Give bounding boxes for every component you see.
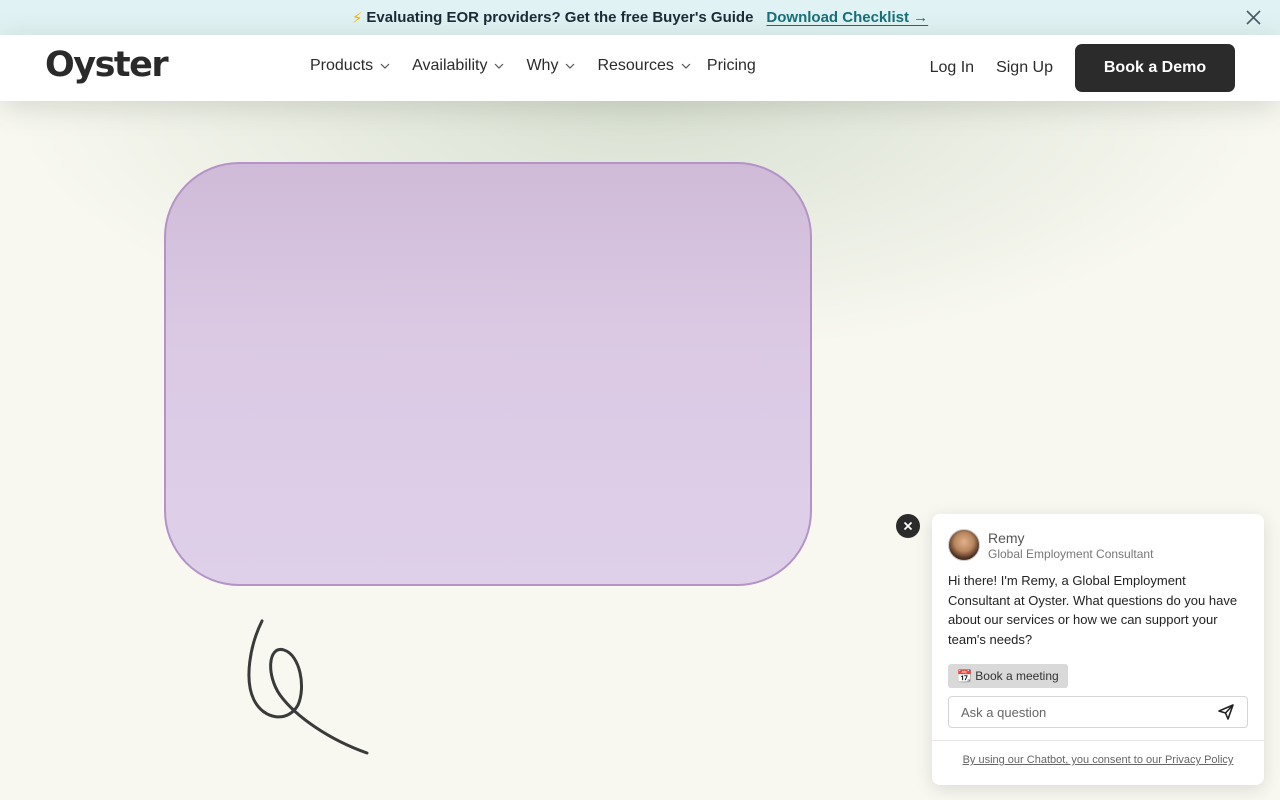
download-checklist-link[interactable]: Download Checklist → [766,9,928,26]
nav-resources-label: Resources [597,57,674,74]
avatar [948,529,980,561]
auth-actions: Log In Sign Up Book a Demo [930,44,1235,92]
nav-products[interactable]: Products [310,57,390,75]
book-demo-button[interactable]: Book a Demo [1075,44,1235,92]
nav-resources[interactable]: Resources [597,57,691,75]
lightning-icon: ⚡ [351,9,363,27]
nav-pricing-label: Pricing [706,57,756,74]
chat-agent: Remy Global Employment Consultant [948,529,1153,561]
chevron-down-icon [681,63,691,69]
chat-close-button[interactable] [896,514,920,538]
chat-greeting: Hi there! I'm Remy, a Global Employment … [948,573,1238,647]
site-header: Oyster Products Availability Why Resourc… [0,35,1280,101]
signup-link[interactable]: Sign Up [996,59,1053,77]
squiggle-decoration [247,619,369,755]
chat-input-box [948,696,1248,728]
chat-widget: Remy Global Employment Consultant Hi the… [932,514,1264,785]
book-meeting-button[interactable]: 📆 Book a meeting [948,664,1068,688]
close-icon [903,521,913,531]
chevron-down-icon [566,63,575,69]
send-icon[interactable] [1217,703,1235,721]
nav-why[interactable]: Why [526,57,575,75]
ask-question-input[interactable] [961,704,1217,720]
nav-availability[interactable]: Availability [412,57,504,75]
main-nav: Products Availability Why Resources Pric… [310,57,778,75]
chevron-down-icon [380,63,390,69]
oyster-logo[interactable]: Oyster [45,45,169,85]
login-link[interactable]: Log In [930,59,974,77]
agent-role: Global Employment Consultant [988,546,1154,561]
chat-divider [932,740,1264,741]
agent-name: Remy [988,529,1025,546]
nav-why-label: Why [526,57,559,74]
announcement-message: Evaluating EOR providers? Get the free B… [366,9,754,26]
close-icon[interactable] [1245,9,1262,26]
chevron-down-icon [495,63,504,69]
nav-pricing[interactable]: Pricing [707,57,756,75]
hero-media-card [164,162,812,586]
announcement-bar: ⚡ Evaluating EOR providers? Get the free… [0,0,1280,35]
nav-products-label: Products [310,57,374,74]
nav-availability-label: Availability [412,57,488,74]
privacy-consent-link[interactable]: By using our Chatbot, you consent to our… [932,754,1264,766]
